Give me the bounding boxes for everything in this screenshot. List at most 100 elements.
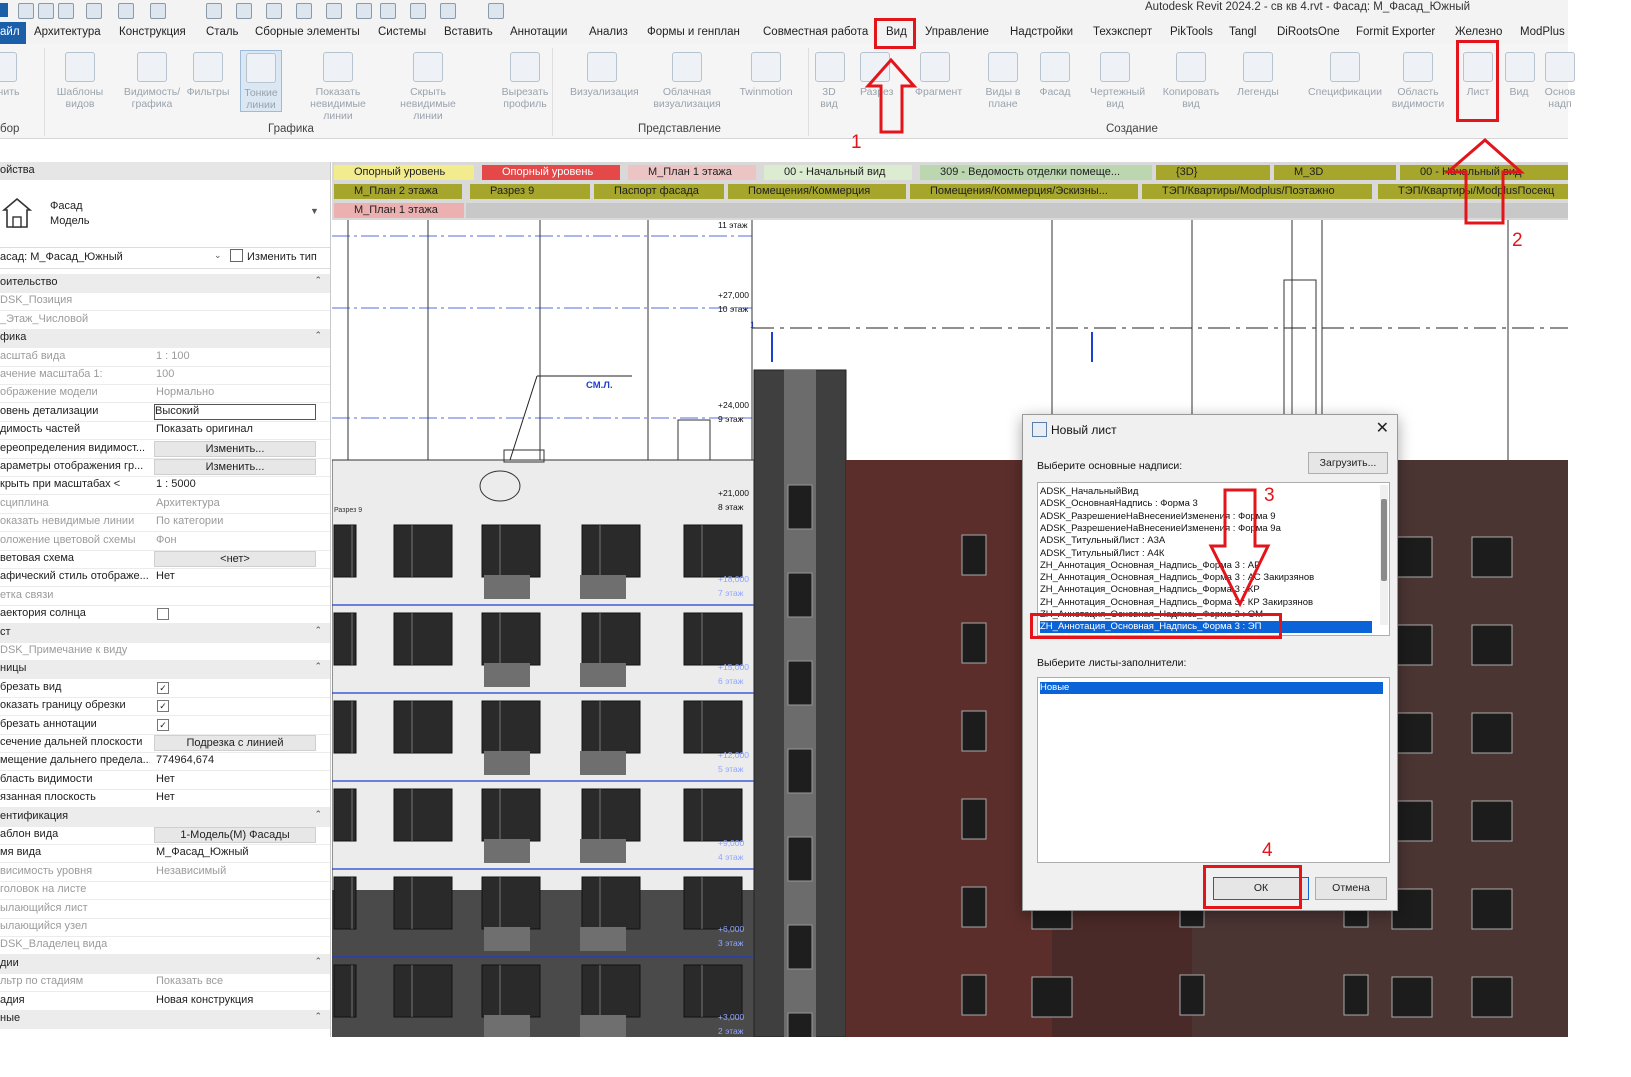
checkbox[interactable]: ✓ — [157, 700, 169, 713]
property-row[interactable]: ачение масштаба 1: 100 — [0, 366, 330, 385]
checkbox[interactable]: ✓ — [157, 681, 169, 694]
property-row[interactable]: дии ⌃ — [0, 954, 330, 974]
property-row[interactable]: араметры отображения гр... Изменить... — [0, 458, 330, 477]
view-tab[interactable]: М_План 2 этажа — [334, 184, 462, 199]
ribbon-button-14[interactable]: Виды в плане — [975, 50, 1031, 110]
titleblock-item[interactable]: ZH_Аннотация_Основная_Надпись_Форма 3 : … — [1040, 584, 1372, 596]
property-row[interactable]: ылающийся узел — [0, 918, 330, 937]
ribbon-button-13[interactable]: Фрагмент — [915, 50, 962, 98]
collapse-icon[interactable]: ⌃ — [314, 275, 322, 286]
property-row[interactable]: афический стиль отображе... Нет — [0, 568, 330, 588]
tab-13[interactable]: Техэксперт — [1093, 26, 1152, 38]
3d-view-icon[interactable] — [326, 3, 342, 19]
property-row[interactable]: сечение дальней плоскости Подрезка с лини… — [0, 734, 330, 753]
ribbon-button-1[interactable]: Шаблоны видов — [50, 50, 110, 110]
property-row[interactable]: _Этаж_Числовой — [0, 311, 330, 330]
property-row[interactable]: ст ⌃ — [0, 623, 330, 643]
tab-15[interactable]: Tangl — [1229, 26, 1257, 38]
property-row[interactable]: сциплина Архитектура — [0, 495, 330, 514]
home-icon[interactable] — [380, 3, 396, 19]
save-icon[interactable] — [38, 3, 54, 19]
property-button[interactable]: Изменить... — [154, 459, 316, 475]
dimension-icon[interactable] — [236, 3, 252, 19]
undo-icon[interactable] — [86, 3, 102, 19]
titleblock-item[interactable]: ADSK_НачальныйВид — [1040, 486, 1372, 498]
ribbon-button-9[interactable]: Облачная визуализация — [650, 50, 724, 110]
property-row[interactable]: оложение цветовой схемы Фон — [0, 532, 330, 551]
view-tab[interactable]: М_План 1 этажа — [628, 165, 756, 180]
property-row[interactable]: DSK_Позиция — [0, 292, 330, 312]
property-row[interactable]: ображение модели Нормально — [0, 384, 330, 404]
property-button[interactable]: 1-Модель(М) Фасады — [154, 827, 316, 843]
tab-0[interactable]: Архитектура — [34, 26, 101, 38]
tab-5[interactable]: Вставить — [444, 26, 493, 38]
property-row[interactable]: крыть при масштабах < 1 : 5000 — [0, 476, 330, 496]
property-row[interactable]: ветовая схема <нет> — [0, 550, 330, 569]
titleblock-item[interactable]: ADSK_РазрешениеНаВнесениеИзменения : Фор… — [1040, 523, 1372, 535]
property-row[interactable]: аектория солнца — [0, 605, 330, 625]
ribbon-button-12[interactable]: Разрез — [860, 50, 893, 98]
property-row[interactable]: язанная плоскость Нет — [0, 789, 330, 809]
placeholder-list[interactable]: Новые — [1037, 677, 1390, 863]
view-tab[interactable]: М_План 1 этажа — [334, 203, 464, 218]
ribbon-button-11[interactable]: 3D вид — [815, 50, 845, 110]
section-icon[interactable] — [356, 3, 372, 19]
view-tab[interactable]: 309 - Ведомость отделки помеще... — [920, 165, 1152, 180]
tab-2[interactable]: Сталь — [206, 26, 239, 38]
load-button[interactable]: Загрузить... — [1308, 452, 1388, 474]
view-tab[interactable]: 00 - Начальный вид — [1400, 165, 1568, 180]
tab-14[interactable]: PikTools — [1170, 26, 1213, 38]
property-row[interactable]: димость частей Показать оригинал — [0, 421, 330, 441]
collapse-icon[interactable]: ⌃ — [314, 1011, 322, 1022]
tab-7[interactable]: Анализ — [589, 26, 628, 38]
ribbon-button-20[interactable]: Область видимости — [1390, 50, 1446, 110]
collapse-icon[interactable]: ⌃ — [314, 956, 322, 967]
view-selector[interactable]: асад: М_Фасад_Южный — [0, 251, 123, 263]
property-row[interactable]: DSK_Примечание к виду — [0, 642, 330, 661]
text-icon[interactable] — [296, 3, 312, 19]
ribbon-button-15[interactable]: Фасад — [1035, 50, 1075, 98]
titleblock-item[interactable]: ZH_Аннотация_Основная_Надпись_Форма 3 : … — [1040, 560, 1372, 572]
tab-9[interactable]: Совместная работа — [763, 26, 868, 38]
ribbon-button-16[interactable]: Чертежный вид — [1090, 50, 1145, 110]
property-row[interactable]: оказать границу обрезки ✓ — [0, 697, 330, 717]
titleblock-item[interactable]: ZH_Аннотация_Основная_Надпись_Форма 3 : … — [1040, 572, 1372, 584]
view-tab[interactable]: Опорный уровень — [482, 165, 620, 180]
open-icon[interactable] — [18, 3, 34, 19]
property-row[interactable]: фика ⌃ — [0, 329, 330, 349]
app-icon[interactable] — [0, 3, 8, 17]
print-icon[interactable] — [150, 3, 166, 19]
property-button[interactable]: <нет> — [154, 551, 316, 567]
view-tab[interactable]: Паспорт фасада — [594, 184, 724, 199]
property-row[interactable]: льтр по стадиям Показать все — [0, 973, 330, 993]
edit-type-button[interactable]: Изменить тип — [247, 251, 317, 263]
ribbon-button-17[interactable]: Копировать вид — [1162, 50, 1220, 110]
chevron-down-icon[interactable]: ⌄ — [214, 250, 222, 261]
collapse-icon[interactable]: ⌃ — [314, 330, 322, 341]
property-row[interactable]: асштаб вида 1 : 100 — [0, 348, 330, 367]
checkbox[interactable]: ✓ — [157, 718, 169, 731]
ribbon-button-3[interactable]: Фильтры — [182, 50, 234, 98]
tab-file[interactable]: айл — [0, 22, 26, 44]
titleblock-item[interactable]: ADSK_ТитульныйЛист : А3А — [1040, 535, 1372, 547]
ribbon-button-6[interactable]: Скрыть невидимые линии — [388, 50, 468, 122]
property-row[interactable]: брезать аннотации ✓ — [0, 716, 330, 735]
close-icon[interactable]: ✕ — [1376, 418, 1389, 438]
property-row[interactable]: брезать вид ✓ — [0, 679, 330, 698]
property-row[interactable]: головок на листе — [0, 881, 330, 901]
collapse-icon[interactable]: ⌃ — [314, 809, 322, 820]
scrollbar-thumb[interactable] — [1381, 499, 1387, 581]
view-tab[interactable]: М_3D — [1274, 165, 1396, 180]
titleblock-item[interactable]: ADSK_ТитульныйЛист : А4К — [1040, 548, 1372, 560]
view-tab[interactable]: {3D} — [1156, 165, 1270, 180]
property-row[interactable]: ницы ⌃ — [0, 660, 330, 680]
view-tab[interactable]: Помещения/Коммерция — [728, 184, 906, 199]
layout-icon[interactable] — [488, 3, 504, 19]
checkbox[interactable] — [157, 608, 169, 621]
tag-icon[interactable] — [266, 3, 282, 19]
ribbon-button-0[interactable]: менить — [0, 50, 22, 98]
tab-18[interactable]: Железно — [1455, 26, 1502, 38]
titleblock-item[interactable]: ADSK_ОсновнаяНадпись : Форма 3 — [1040, 498, 1372, 510]
view-tab[interactable]: 00 - Начальный вид — [764, 165, 912, 180]
type-selector[interactable]: Фасад Модель ▼ — [0, 181, 330, 248]
